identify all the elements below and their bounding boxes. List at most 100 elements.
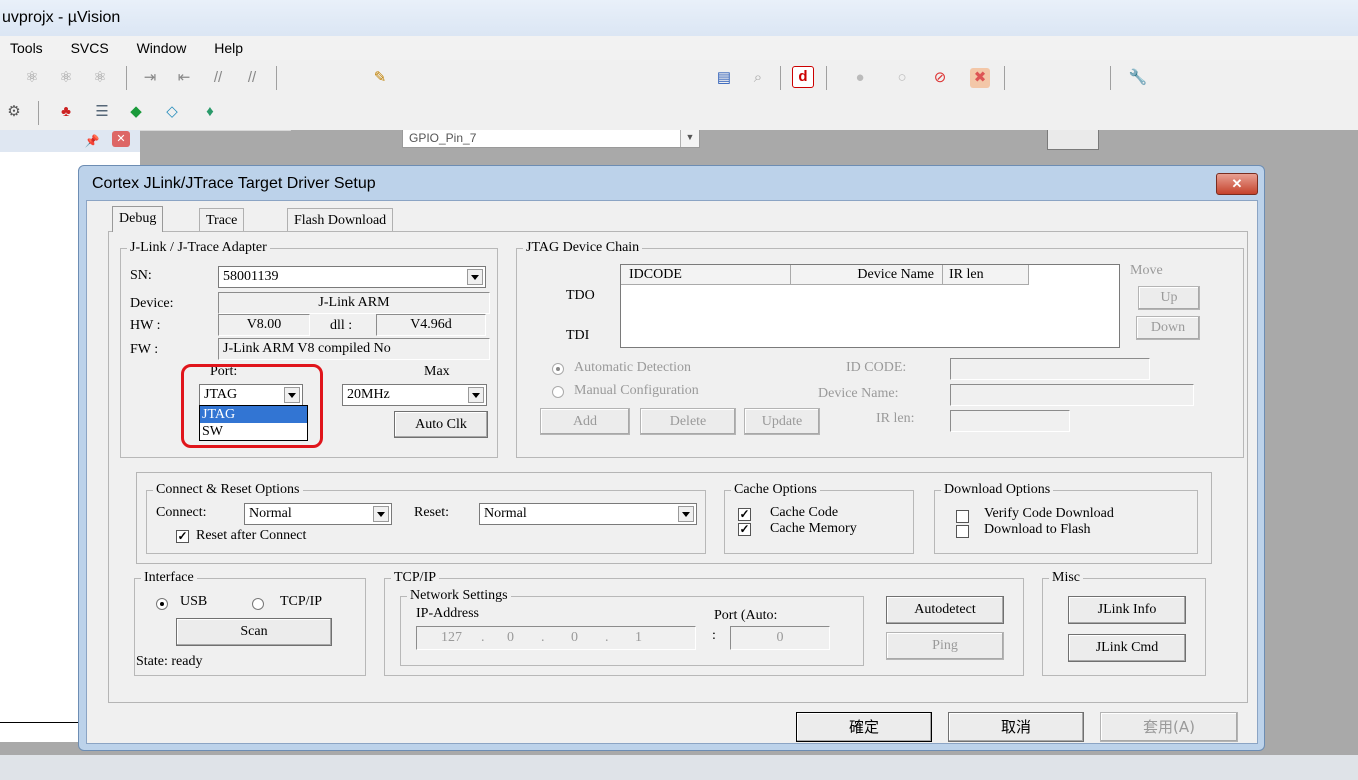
project-pane-header: 📌 ✕ [0,130,140,152]
tab-trace[interactable]: Trace [199,208,245,232]
hw-field: V8.00 [218,314,310,336]
update-button[interactable]: Update [744,408,820,435]
device-label: Device: [130,296,174,311]
ok-button[interactable]: 確定 [796,712,932,742]
move-label: Move [1130,263,1163,278]
chevron-down-icon[interactable]: ▼ [680,127,699,147]
manual-config-radio[interactable] [552,386,564,398]
cache-memory-checkbox[interactable]: ✓ [738,523,751,536]
reset-select[interactable]: Normal [479,503,697,525]
usb-radio[interactable] [156,598,168,610]
add-button[interactable]: Add [540,408,630,435]
irlen-input[interactable] [950,410,1070,432]
breakpoint-kill-icon[interactable]: ✖ [970,68,990,88]
ip-dot: . [541,630,545,645]
jlink-cmd-button[interactable]: JLink Cmd [1068,634,1186,662]
pin-icon[interactable]: 📌 [82,131,102,151]
chevron-down-icon[interactable] [373,506,389,522]
delete-button[interactable]: Delete [640,408,736,435]
cancel-button[interactable]: 取消 [948,712,1084,742]
misc-legend: Misc [1052,570,1080,585]
ip-octet-3: 0 [571,630,578,645]
tcpip-legend: TCP/IP [394,570,437,585]
cache-code-checkbox[interactable]: ✓ [738,508,751,521]
max-clock-select[interactable]: 20MHz [342,384,487,406]
ip-dot: . [481,630,485,645]
tcpip-radio[interactable] [252,598,264,610]
ip-address-label: IP-Address [416,606,479,621]
jtag-chain-legend: JTAG Device Chain [526,240,640,255]
tab-flash-download[interactable]: Flash Download [287,208,394,232]
debug-kill-icon[interactable]: ⚛ [90,68,110,88]
debug-insert-icon[interactable]: ⚛ [22,68,42,88]
verify-download-checkbox[interactable] [956,510,969,523]
port-input[interactable]: 0 [730,626,830,650]
manage-project-icon[interactable]: ♣ [56,102,76,122]
toolbar-separator [38,101,39,125]
apply-button[interactable]: 套用(A) [1100,712,1238,742]
reset-value: Normal [484,506,527,521]
toolbar-separator [780,66,781,90]
menu-bar: Tools SVCS Window Help [0,36,1358,60]
chevron-down-icon[interactable] [468,387,484,403]
chevron-down-icon[interactable] [678,506,694,522]
sn-select[interactable]: 58001139 [218,266,486,288]
find-in-files-icon[interactable]: ▤ [714,68,734,88]
toolbar-separator [826,66,827,90]
auto-clk-button[interactable]: Auto Clk [394,411,488,438]
download-flash-checkbox[interactable] [956,525,969,538]
idcode-label: ID CODE: [846,360,907,375]
column-idcode[interactable]: IDCODE [621,265,791,285]
irlen-label: IR len: [876,411,915,426]
autodetect-button[interactable]: Autodetect [886,596,1004,624]
highlight-annotation [181,364,323,448]
find-combo-value: GPIO_Pin_7 [409,131,477,145]
start-debug-icon[interactable]: d [792,66,814,88]
breakpoint-insert-icon[interactable]: ● [850,68,870,88]
connect-select[interactable]: Normal [244,503,392,525]
incremental-find-icon[interactable]: ⌕ [748,68,768,88]
ip-address-input[interactable]: 127 . 0 . 0 . 1 [416,626,696,650]
select-pack-icon[interactable]: ☰ [92,102,112,122]
connect-reset-legend: Connect & Reset Options [156,482,300,497]
max-clock-value: 20MHz [347,387,390,402]
tab-debug[interactable]: Debug [112,206,164,232]
auto-detect-radio[interactable] [552,363,564,375]
idcode-input[interactable] [950,358,1150,380]
indent-icon[interactable]: ⇥ [140,68,160,88]
reset-after-connect-checkbox[interactable]: ✓ [176,530,189,543]
tdo-label: TDO [566,288,595,303]
download-legend: Download Options [944,482,1051,497]
menu-window[interactable]: Window [137,36,187,60]
jtag-chain-table[interactable]: IDCODE Device Name IR len [620,264,1120,348]
ping-button[interactable]: Ping [886,632,1004,660]
options-icon[interactable]: ⚙ [4,102,24,122]
jlink-info-button[interactable]: JLink Info [1068,596,1186,624]
chevron-down-icon[interactable] [467,269,483,285]
reset-after-connect-label: Reset after Connect [196,528,307,543]
breakpoint-disable-icon[interactable]: ⊘ [930,68,950,88]
reset-label: Reset: [414,505,449,520]
breakpoint-enable-icon[interactable]: ○ [892,68,912,88]
move-up-button[interactable]: Up [1138,286,1200,310]
close-icon[interactable]: ✕ [1216,173,1258,195]
close-pane-icon[interactable]: ✕ [112,131,130,147]
column-device-name[interactable]: Device Name [791,265,943,285]
move-down-button[interactable]: Down [1136,316,1200,340]
rte-icon[interactable]: ♦ [200,102,220,122]
device-name-input[interactable] [950,384,1194,406]
menu-help[interactable]: Help [214,36,243,60]
menu-tools[interactable]: Tools [10,36,43,60]
uncomment-icon[interactable]: // [242,68,262,88]
column-ir-len[interactable]: IR len [943,265,1029,285]
open-file-icon[interactable]: ✎ [370,68,390,88]
manage-rte-icon[interactable]: ◇ [162,102,182,122]
build-toolbar-2: ⚙ ♣ ☰ ◆ ◇ ♦ [0,96,291,131]
pack-installer-icon[interactable]: ◆ [126,102,146,122]
debug-enable-icon[interactable]: ⚛ [56,68,76,88]
menu-svcs[interactable]: SVCS [71,36,109,60]
unindent-icon[interactable]: ⇤ [174,68,194,88]
comment-icon[interactable]: // [208,68,228,88]
wrench-icon[interactable]: 🔧 [1128,68,1148,88]
scan-button[interactable]: Scan [176,618,332,646]
